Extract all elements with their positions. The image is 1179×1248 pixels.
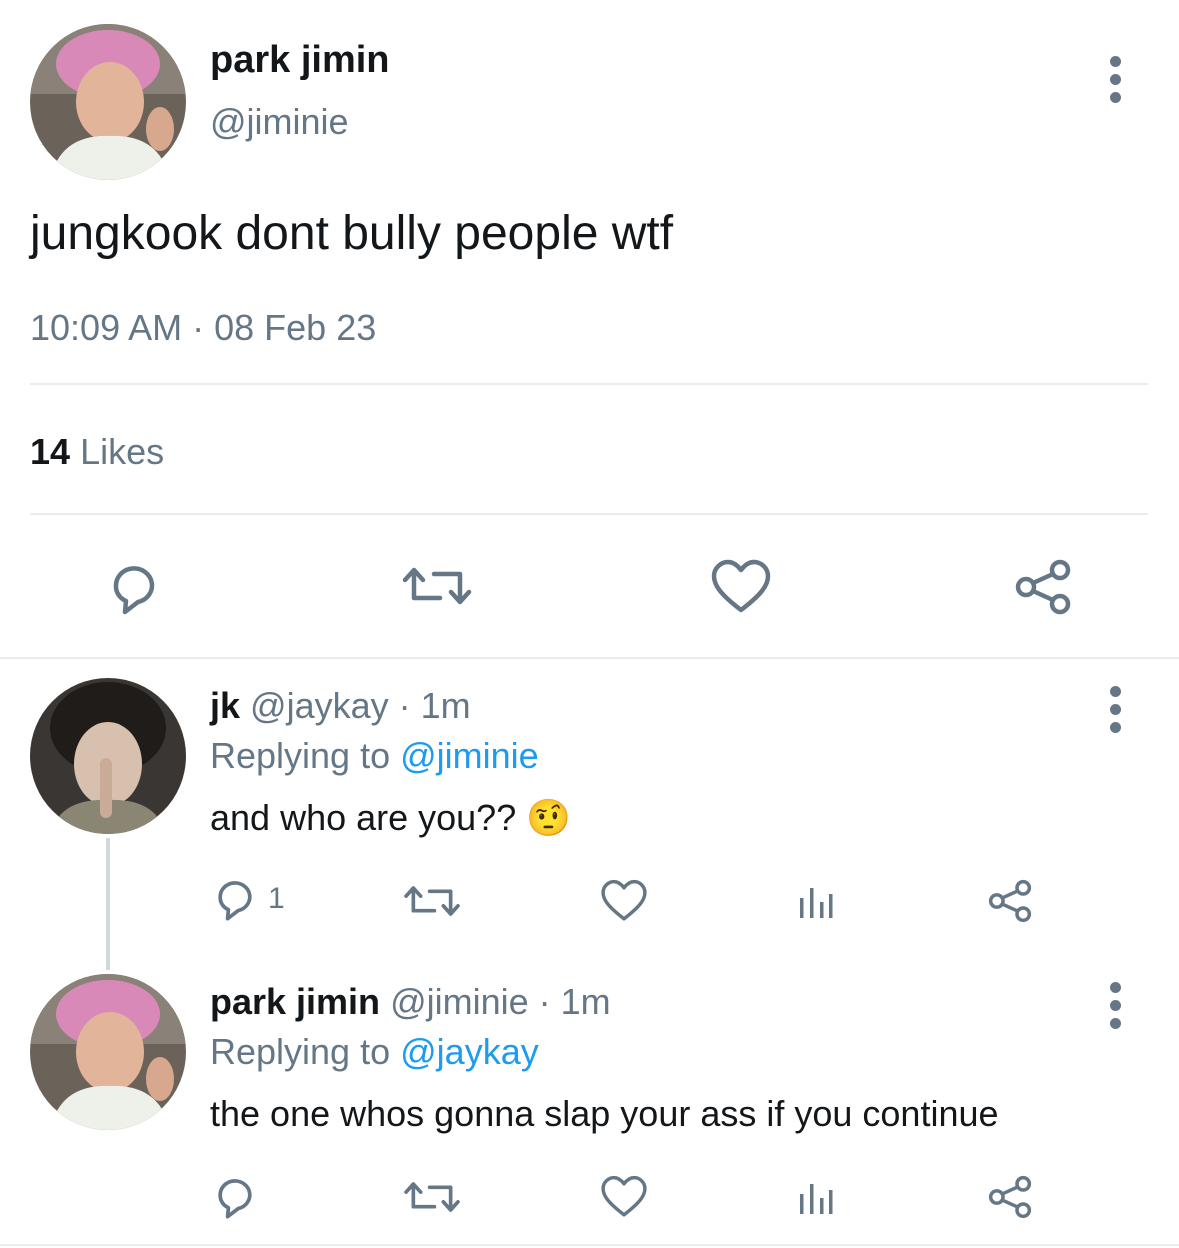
divider [30, 513, 1148, 515]
divider [0, 1244, 1179, 1246]
author-handle[interactable]: @jaykay [250, 685, 389, 726]
tweet-date: 08 Feb 23 [214, 307, 377, 348]
author-name[interactable]: park jimin [210, 981, 380, 1022]
reply-text: the one whos gonna slap your ass if you … [210, 1093, 999, 1134]
likes-count: 14 [30, 431, 71, 472]
likes-stat[interactable]: 14 Likes [30, 430, 164, 474]
divider [30, 383, 1148, 385]
reply-time: · 1m [398, 685, 471, 726]
speech-bubble-icon[interactable] [212, 876, 258, 922]
heart-icon[interactable] [600, 1174, 648, 1220]
reply-button[interactable]: 1 [212, 876, 285, 922]
more-vertical-icon[interactable] [1108, 686, 1122, 733]
more-vertical-icon[interactable] [1108, 982, 1122, 1029]
reply-text-content: and who are you?? [210, 797, 517, 838]
reply-text: and who are you?? 🤨 [210, 796, 571, 840]
likes-label: Likes [80, 431, 165, 472]
share-icon[interactable] [986, 1174, 1034, 1220]
tweet-text: jungkook dont bully people wtf [30, 207, 674, 260]
avatar[interactable] [30, 974, 186, 1130]
more-vertical-icon[interactable] [1108, 56, 1122, 103]
replying-handle-link[interactable]: @jaykay [400, 1031, 539, 1072]
author-name[interactable]: park jimin [210, 38, 390, 82]
reply-time: · 1m [538, 981, 611, 1022]
speech-bubble-icon[interactable] [106, 560, 162, 616]
divider [0, 657, 1179, 659]
raised-eyebrow-emoji: 🤨 [526, 797, 572, 838]
tweet-timestamp: 10:09 AM · 08 Feb 23 [30, 306, 376, 350]
author-handle[interactable]: @jiminie [390, 981, 529, 1022]
analytics-icon[interactable] [796, 1178, 836, 1218]
tweet-time: 10:09 AM [30, 307, 183, 348]
analytics-icon[interactable] [796, 882, 836, 922]
separator-dot: · [182, 307, 215, 348]
replying-handle-link[interactable]: @jiminie [400, 735, 539, 776]
author-handle[interactable]: @jiminie [210, 100, 349, 144]
replying-prefix: Replying to [210, 1031, 391, 1072]
replying-to: Replying to @jiminie [210, 734, 539, 778]
share-icon[interactable] [1012, 558, 1074, 616]
avatar[interactable] [30, 678, 186, 834]
reply-header: jk @jaykay · 1m [210, 684, 471, 728]
reply-count: 1 [268, 882, 285, 915]
share-icon[interactable] [986, 878, 1034, 924]
thread-line [106, 838, 110, 970]
avatar[interactable] [30, 24, 186, 180]
reply-header: park jimin @jiminie · 1m [210, 980, 611, 1024]
heart-icon[interactable] [710, 558, 772, 616]
heart-icon[interactable] [600, 878, 648, 924]
retweet-icon[interactable] [402, 1174, 462, 1220]
retweet-icon[interactable] [402, 878, 462, 924]
author-name[interactable]: jk [210, 685, 240, 726]
replying-to: Replying to @jaykay [210, 1030, 539, 1074]
speech-bubble-icon[interactable] [212, 1174, 258, 1220]
retweet-icon[interactable] [400, 558, 474, 614]
replying-prefix: Replying to [210, 735, 391, 776]
